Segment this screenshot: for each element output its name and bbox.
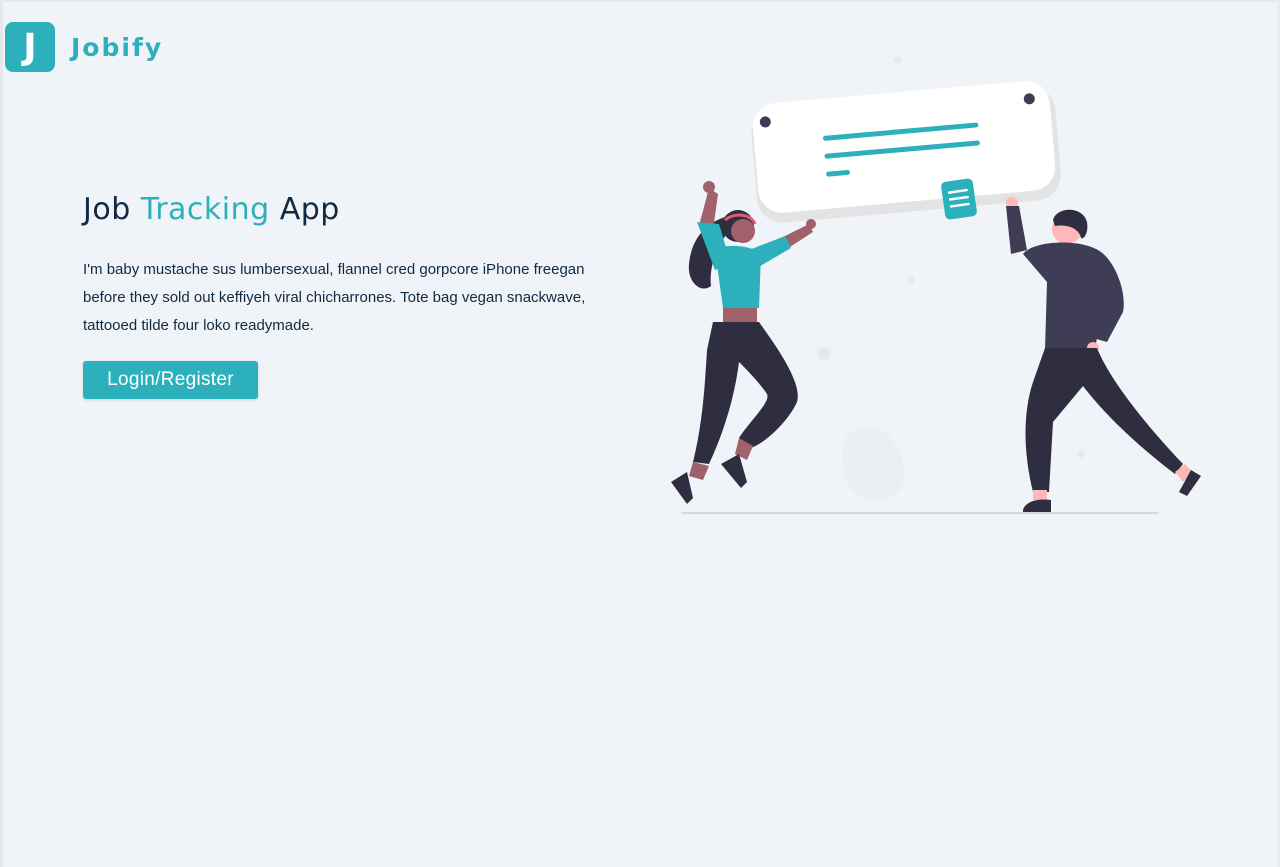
document-icon bbox=[941, 178, 977, 220]
login-register-button[interactable]: Login/Register bbox=[83, 361, 258, 399]
woman-figure bbox=[671, 181, 816, 504]
hero-description: I'm baby mustache sus lumbersexual, flan… bbox=[83, 261, 586, 334]
logo-icon: J bbox=[5, 22, 55, 72]
man-figure bbox=[1006, 197, 1201, 512]
landing-page: J Jobify Job Tracking App I'm baby musta… bbox=[0, 0, 1280, 867]
people-holding-job-card-illustration bbox=[671, 56, 1201, 514]
title-accent: Tracking bbox=[140, 192, 270, 227]
title-part-1: Job bbox=[83, 192, 141, 227]
hero-info: Job Tracking App I'm baby mustache sus l… bbox=[83, 188, 603, 340]
title-part-2: App bbox=[269, 192, 340, 227]
logo-text: Jobify bbox=[71, 32, 164, 62]
page-title: Job Tracking App bbox=[83, 188, 603, 232]
logo[interactable]: J Jobify bbox=[5, 22, 163, 72]
